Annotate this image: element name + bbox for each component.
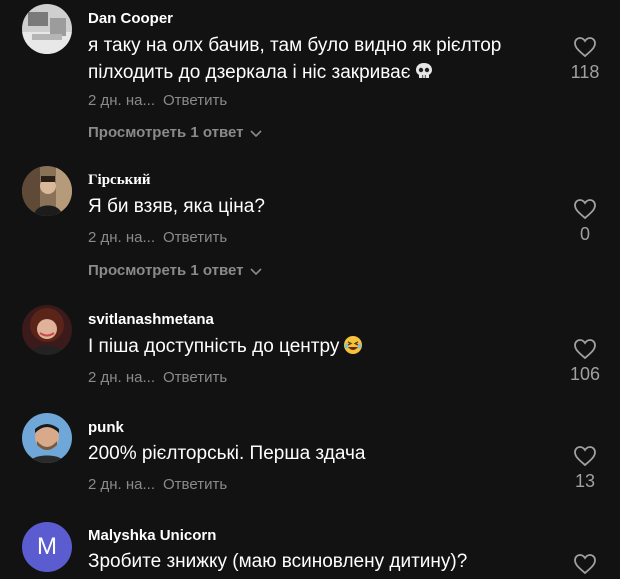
heart-icon [574, 199, 596, 220]
like-button[interactable]: 0 [560, 198, 610, 245]
heart-icon [574, 37, 596, 58]
comment-author[interactable]: Dan Cooper [88, 10, 173, 27]
chevron-down-icon [249, 263, 262, 280]
reply-button[interactable]: Ответить [163, 229, 227, 246]
like-button[interactable] [560, 553, 610, 575]
comment-time: 2 дн. на... [88, 369, 156, 386]
view-replies-button[interactable]: Просмотреть 1 ответ [88, 262, 262, 280]
like-button[interactable]: 106 [560, 338, 610, 385]
comment-author[interactable]: punk [88, 419, 124, 436]
comment-text: 200% рієлторські. Перша здача [88, 443, 366, 464]
comment-text-line-content: пілходить до дзеркала і ніс закриває [88, 62, 411, 83]
reply-button[interactable]: Ответить [163, 92, 227, 109]
comment-text: І піша доступність до центру [88, 333, 548, 363]
comment-meta: 2 дн. на... Ответить [88, 92, 227, 109]
comment-time: 2 дн. на... [88, 229, 156, 246]
comment-author[interactable]: Гірський [88, 172, 151, 189]
like-count: 118 [570, 62, 600, 82]
comment-text-line: пілходить до дзеркала і ніс закриває [88, 59, 548, 89]
avatar[interactable] [22, 413, 72, 463]
view-replies-button[interactable]: Просмотреть 1 ответ [88, 124, 262, 142]
comment-meta: 2 дн. на... Ответить [88, 369, 227, 386]
avatar[interactable] [22, 166, 72, 216]
comment-text: я таку на олх бачив, там було видно як р… [88, 32, 548, 89]
view-replies-label: Просмотреть 1 ответ [88, 124, 244, 141]
comment-text-line-content: І піша доступність до центру [88, 336, 340, 357]
comment-time: 2 дн. на... [88, 92, 156, 109]
heart-icon [574, 554, 596, 575]
comment-time: 2 дн. на... [88, 476, 156, 493]
heart-icon [574, 446, 596, 467]
avatar[interactable] [22, 305, 72, 355]
heart-icon [574, 339, 596, 360]
comment-meta: 2 дн. на... Ответить [88, 476, 227, 493]
reply-button[interactable]: Ответить [163, 369, 227, 386]
view-replies-label: Просмотреть 1 ответ [88, 262, 244, 279]
comment-text: Зробите знижку (маю всиновлену дитину)? [88, 551, 468, 572]
avatar[interactable] [22, 4, 72, 54]
comment-author[interactable]: Malyshka Unicorn [88, 527, 216, 544]
reply-button[interactable]: Ответить [163, 476, 227, 493]
comment-text-line: я таку на олх бачив, там було видно як р… [88, 35, 502, 56]
comment-text: Я би взяв, яка ціна? [88, 196, 265, 217]
like-count: 13 [574, 471, 596, 491]
chevron-down-icon [249, 125, 262, 142]
comment-meta: 2 дн. на... Ответить [88, 229, 227, 246]
like-count: 106 [569, 364, 601, 384]
like-button[interactable]: 118 [560, 36, 610, 83]
avatar[interactable]: M [22, 522, 72, 572]
like-count: 0 [579, 224, 590, 244]
like-button[interactable]: 13 [560, 445, 610, 492]
comment-author[interactable]: svitlanashmetana [88, 311, 214, 328]
laughing-emoji-icon [343, 335, 363, 363]
avatar-letter: M [37, 533, 57, 560]
skull-emoji-icon [414, 61, 434, 89]
